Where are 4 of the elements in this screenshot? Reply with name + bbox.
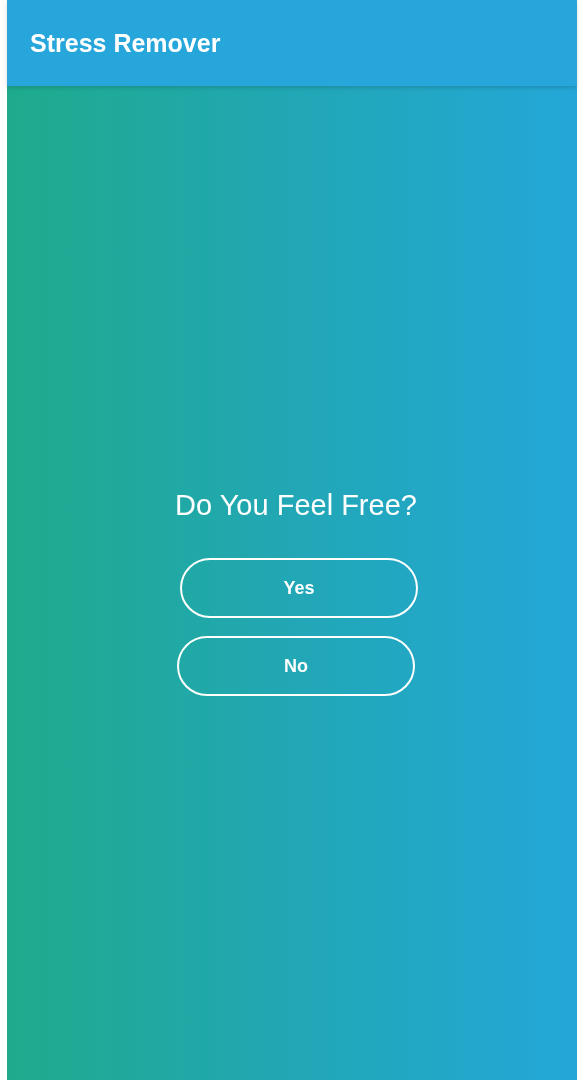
question-text: Do You Feel Free? <box>175 489 417 522</box>
answer-button[interactable]: No <box>177 636 415 696</box>
app-title: Stress Remover <box>30 28 221 58</box>
answer-button[interactable]: Yes <box>180 558 418 618</box>
